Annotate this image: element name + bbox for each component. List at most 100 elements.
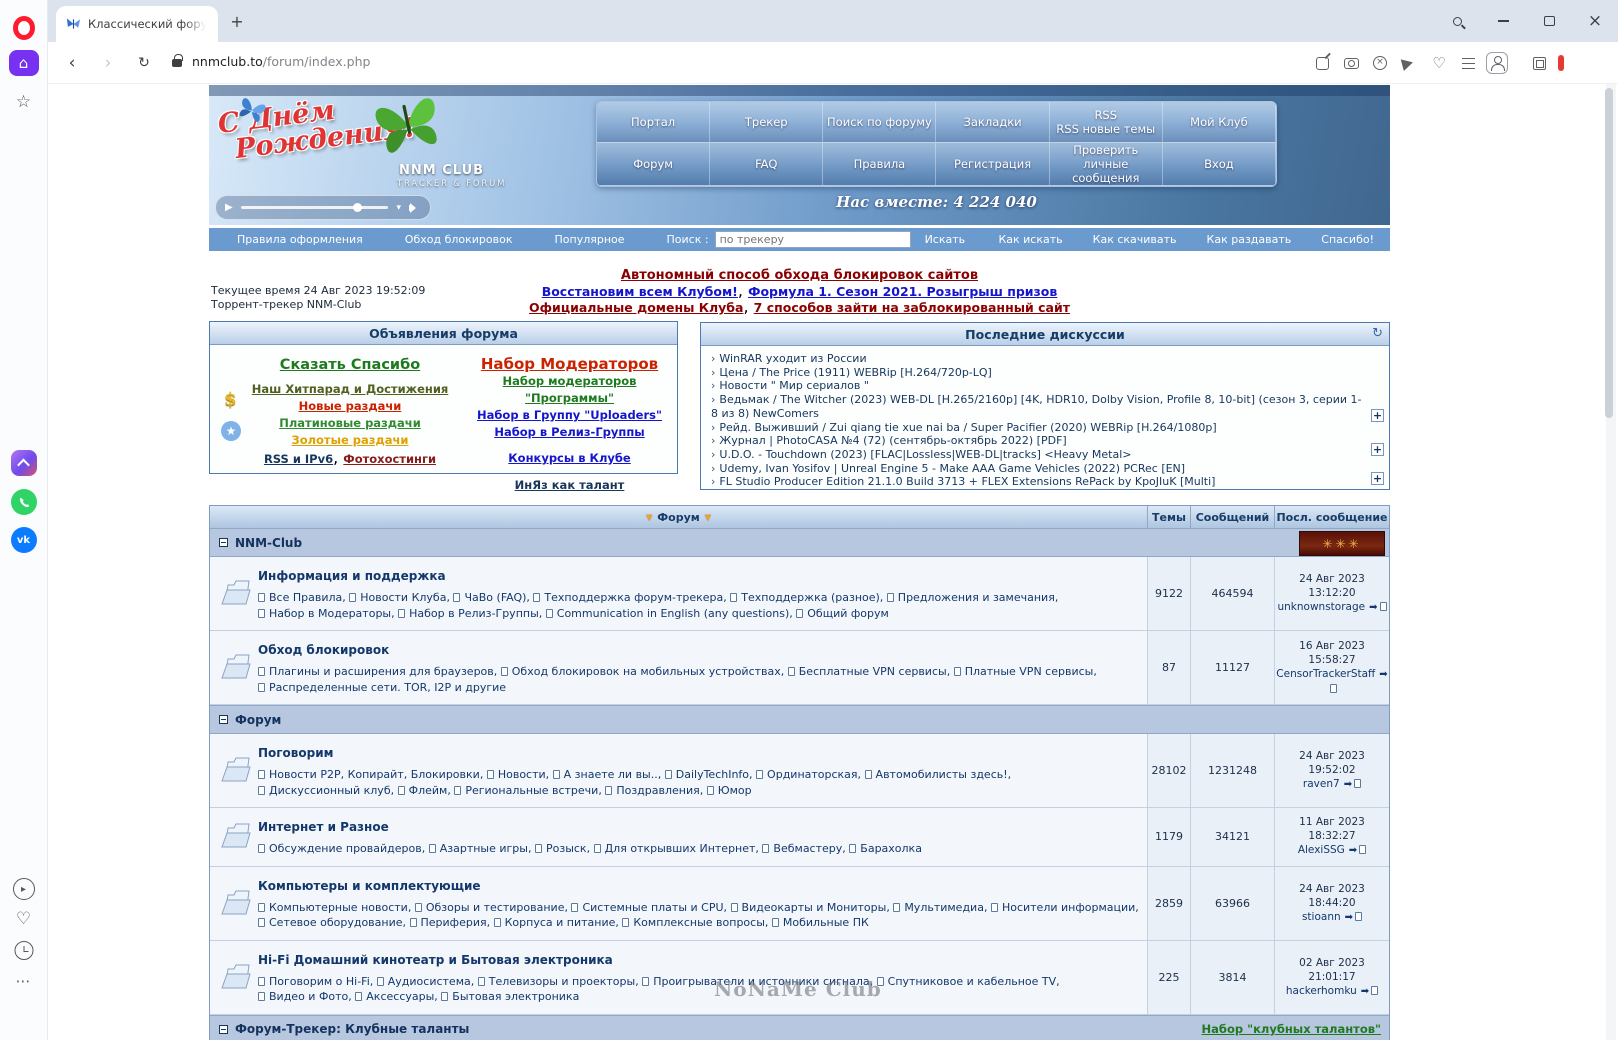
nav-button-forum[interactable]: Форум: [597, 143, 711, 186]
nav-button-tracker[interactable]: Трекер: [710, 102, 824, 143]
banner-link-domains[interactable]: Официальные домены Клуба: [529, 300, 743, 315]
subforum-link[interactable]: Автомобилисты здесь!: [876, 768, 1008, 781]
player-dropdown-icon[interactable]: ▾: [396, 203, 401, 213]
scrollbar-thumb[interactable]: [1605, 88, 1613, 418]
back-button[interactable]: ‹: [60, 51, 84, 75]
opera-logo-icon[interactable]: [12, 16, 35, 40]
sort-arrow-icon[interactable]: ▼: [705, 513, 711, 522]
announcement-link[interactable]: Набор Модераторов: [481, 355, 658, 373]
expand-topic-button[interactable]: +: [1371, 472, 1384, 485]
announcement-link[interactable]: Конкурсы в Клубе: [508, 451, 630, 465]
subforum-link[interactable]: Платные VPN сервисы: [965, 665, 1094, 678]
subforum-link[interactable]: Аудиосистема: [388, 975, 471, 988]
discussion-topic-link[interactable]: FL Studio Producer Edition 21.1.0 Build …: [719, 475, 1215, 488]
toolbar-link[interactable]: Обход блокировок: [405, 233, 513, 246]
subforum-link[interactable]: А знаете ли вы..: [564, 768, 658, 781]
aria-icon[interactable]: [10, 450, 37, 476]
last-post-user-link[interactable]: stioann: [1302, 911, 1341, 923]
flow-paper-plane-icon[interactable]: [1398, 51, 1422, 75]
subforum-link[interactable]: Сетевое оборудование: [269, 916, 403, 929]
subforum-link[interactable]: Розыск: [546, 842, 587, 855]
snapshot-camera-icon[interactable]: [1339, 51, 1363, 75]
subforum-link[interactable]: Поговорим о Hi-Fi: [269, 975, 370, 988]
subforum-link[interactable]: Видеокарты и Мониторы: [742, 901, 887, 914]
subforum-link[interactable]: ЧаВо (FAQ): [464, 591, 526, 604]
goto-last-post-icon[interactable]: ➡: [1344, 779, 1362, 790]
announcement-link[interactable]: Сказать Спасибо: [280, 357, 420, 373]
announcement-link[interactable]: Наш Хитпарад и Достижения: [252, 382, 449, 396]
subforum-link[interactable]: Спутниковое и кабельное TV: [888, 975, 1057, 988]
discussion-topic-link[interactable]: Цена / The Price (1911) WEBRip [H.264/72…: [719, 366, 991, 379]
subforum-link[interactable]: Компьютерные новости: [269, 901, 408, 914]
nav-button-portal[interactable]: Портал: [597, 102, 711, 143]
nav-button-rules[interactable]: Правила: [823, 143, 937, 186]
subforum-link[interactable]: Телевизоры и проекторы: [489, 975, 635, 988]
announcement-link[interactable]: RSS и IPv6: [264, 452, 333, 466]
subforum-link[interactable]: Техподдержка (разное): [741, 591, 880, 604]
last-post-user-link[interactable]: raven7: [1303, 778, 1340, 790]
goto-last-post-icon[interactable]: ➡: [1361, 985, 1379, 997]
subforum-link[interactable]: Обзоры и тестирование: [426, 901, 565, 914]
play-icon[interactable]: ▶: [225, 202, 233, 213]
home-icon[interactable]: ⌂: [8, 50, 39, 76]
vk-icon[interactable]: vk: [10, 527, 37, 553]
subforum-link[interactable]: Обсуждение провайдеров: [269, 842, 422, 855]
banner-link-7ways[interactable]: 7 способов зайти на заблокированный сайт: [754, 300, 1070, 315]
discussion-topic-link[interactable]: Ведьмак / The Witcher (2023) WEB-DL [H.2…: [711, 393, 1361, 420]
subforum-link[interactable]: Дискуссионный клуб: [269, 784, 391, 797]
volume-speaker-icon[interactable]: [409, 202, 421, 213]
announcement-link[interactable]: Фотохостинги: [343, 452, 436, 466]
subforum-link[interactable]: Communication in English (any questions): [557, 607, 790, 620]
subforum-link[interactable]: Мобильные ПК: [783, 916, 869, 929]
subforum-link[interactable]: Периферия: [421, 916, 487, 929]
section-title-link[interactable]: Форум: [235, 713, 281, 727]
forum-title-link[interactable]: Обход блокировок: [258, 643, 389, 657]
nav-button-registration[interactable]: Регистрация: [936, 143, 1050, 186]
subforum-link[interactable]: Вебмастеру: [773, 842, 842, 855]
nav-button-bookmarks[interactable]: Закладки: [936, 102, 1050, 143]
new-tab-button[interactable]: +: [226, 10, 248, 32]
announcement-link[interactable]: Набор в Группу "Uploaders": [477, 408, 662, 422]
subforum-link[interactable]: Аксессуары: [366, 990, 434, 1003]
subforum-link[interactable]: Бесплатные VPN сервисы: [799, 665, 947, 678]
subforum-link[interactable]: Барахолка: [860, 842, 922, 855]
subforum-link[interactable]: Комплексные вопросы: [633, 916, 765, 929]
dollar-icon[interactable]: $: [224, 389, 237, 410]
subforum-link[interactable]: Для открывших Интернет: [605, 842, 756, 855]
player-icon[interactable]: ▸: [12, 878, 35, 900]
toolbar-link[interactable]: Популярное: [555, 233, 625, 246]
subforum-link[interactable]: Предложения и замечания: [898, 591, 1055, 604]
forum-title-link[interactable]: Поговорим: [258, 746, 333, 760]
forward-button[interactable]: ›: [96, 51, 120, 75]
last-post-user-link[interactable]: AlexiSSG: [1298, 844, 1345, 856]
subforum-link[interactable]: Общий форум: [807, 607, 889, 620]
banner-link-restore[interactable]: Восстановим всем Клубом!: [542, 284, 738, 299]
last-post-user-link[interactable]: CensorTrackerStaff: [1276, 668, 1375, 680]
subforum-link[interactable]: Новости: [498, 768, 546, 781]
subforum-link[interactable]: Техподдержка форум-трекера: [544, 591, 723, 604]
collapse-section-icon[interactable]: [219, 538, 228, 547]
announcement-link[interactable]: Набор модераторов "Программы": [503, 374, 637, 405]
bookmarks-star-icon[interactable]: ☆: [16, 92, 31, 112]
nav-button-rss[interactable]: RSS RSS новые темы: [1049, 102, 1163, 143]
heart-icon[interactable]: ♡: [16, 909, 31, 929]
discussion-topic-link[interactable]: Журнал | PhotoCASA №4 (72) (сентябрь-окт…: [719, 434, 1066, 447]
subforum-link[interactable]: Мультимедиа: [904, 901, 984, 914]
battery-indicator-icon[interactable]: [1558, 55, 1564, 71]
banner-link-autonomous[interactable]: Автономный способ обхода блокировок сайт…: [621, 268, 978, 283]
nav-button-faq[interactable]: FAQ: [710, 143, 824, 186]
profile-icon[interactable]: [1485, 51, 1509, 75]
discussion-topic-link[interactable]: Рейд. Выживший / Zui qiang tie xue nai b…: [719, 421, 1216, 434]
nav-button-check-pm[interactable]: Проверить личные сообщения: [1049, 143, 1163, 186]
toolbar-link[interactable]: Как раздавать: [1207, 233, 1292, 246]
forum-title-link[interactable]: Hi-Fi Домашний кинотеатр и Бытовая элект…: [258, 953, 613, 967]
subforum-link[interactable]: Бытовая электроника: [452, 990, 579, 1003]
subforum-link[interactable]: Новости Клуба: [360, 591, 446, 604]
goto-last-post-icon[interactable]: ➡: [1345, 911, 1363, 923]
announcement-link[interactable]: ИнЯз как талант: [515, 478, 625, 492]
last-post-user-link[interactable]: hackerhomku: [1286, 985, 1357, 997]
subforum-link[interactable]: Видео и Фото: [269, 990, 348, 1003]
subforum-link[interactable]: Набор в Модераторы: [269, 607, 391, 620]
last-post-user-link[interactable]: unknownstorage: [1278, 601, 1366, 613]
subforum-link[interactable]: Юмор: [718, 784, 752, 797]
